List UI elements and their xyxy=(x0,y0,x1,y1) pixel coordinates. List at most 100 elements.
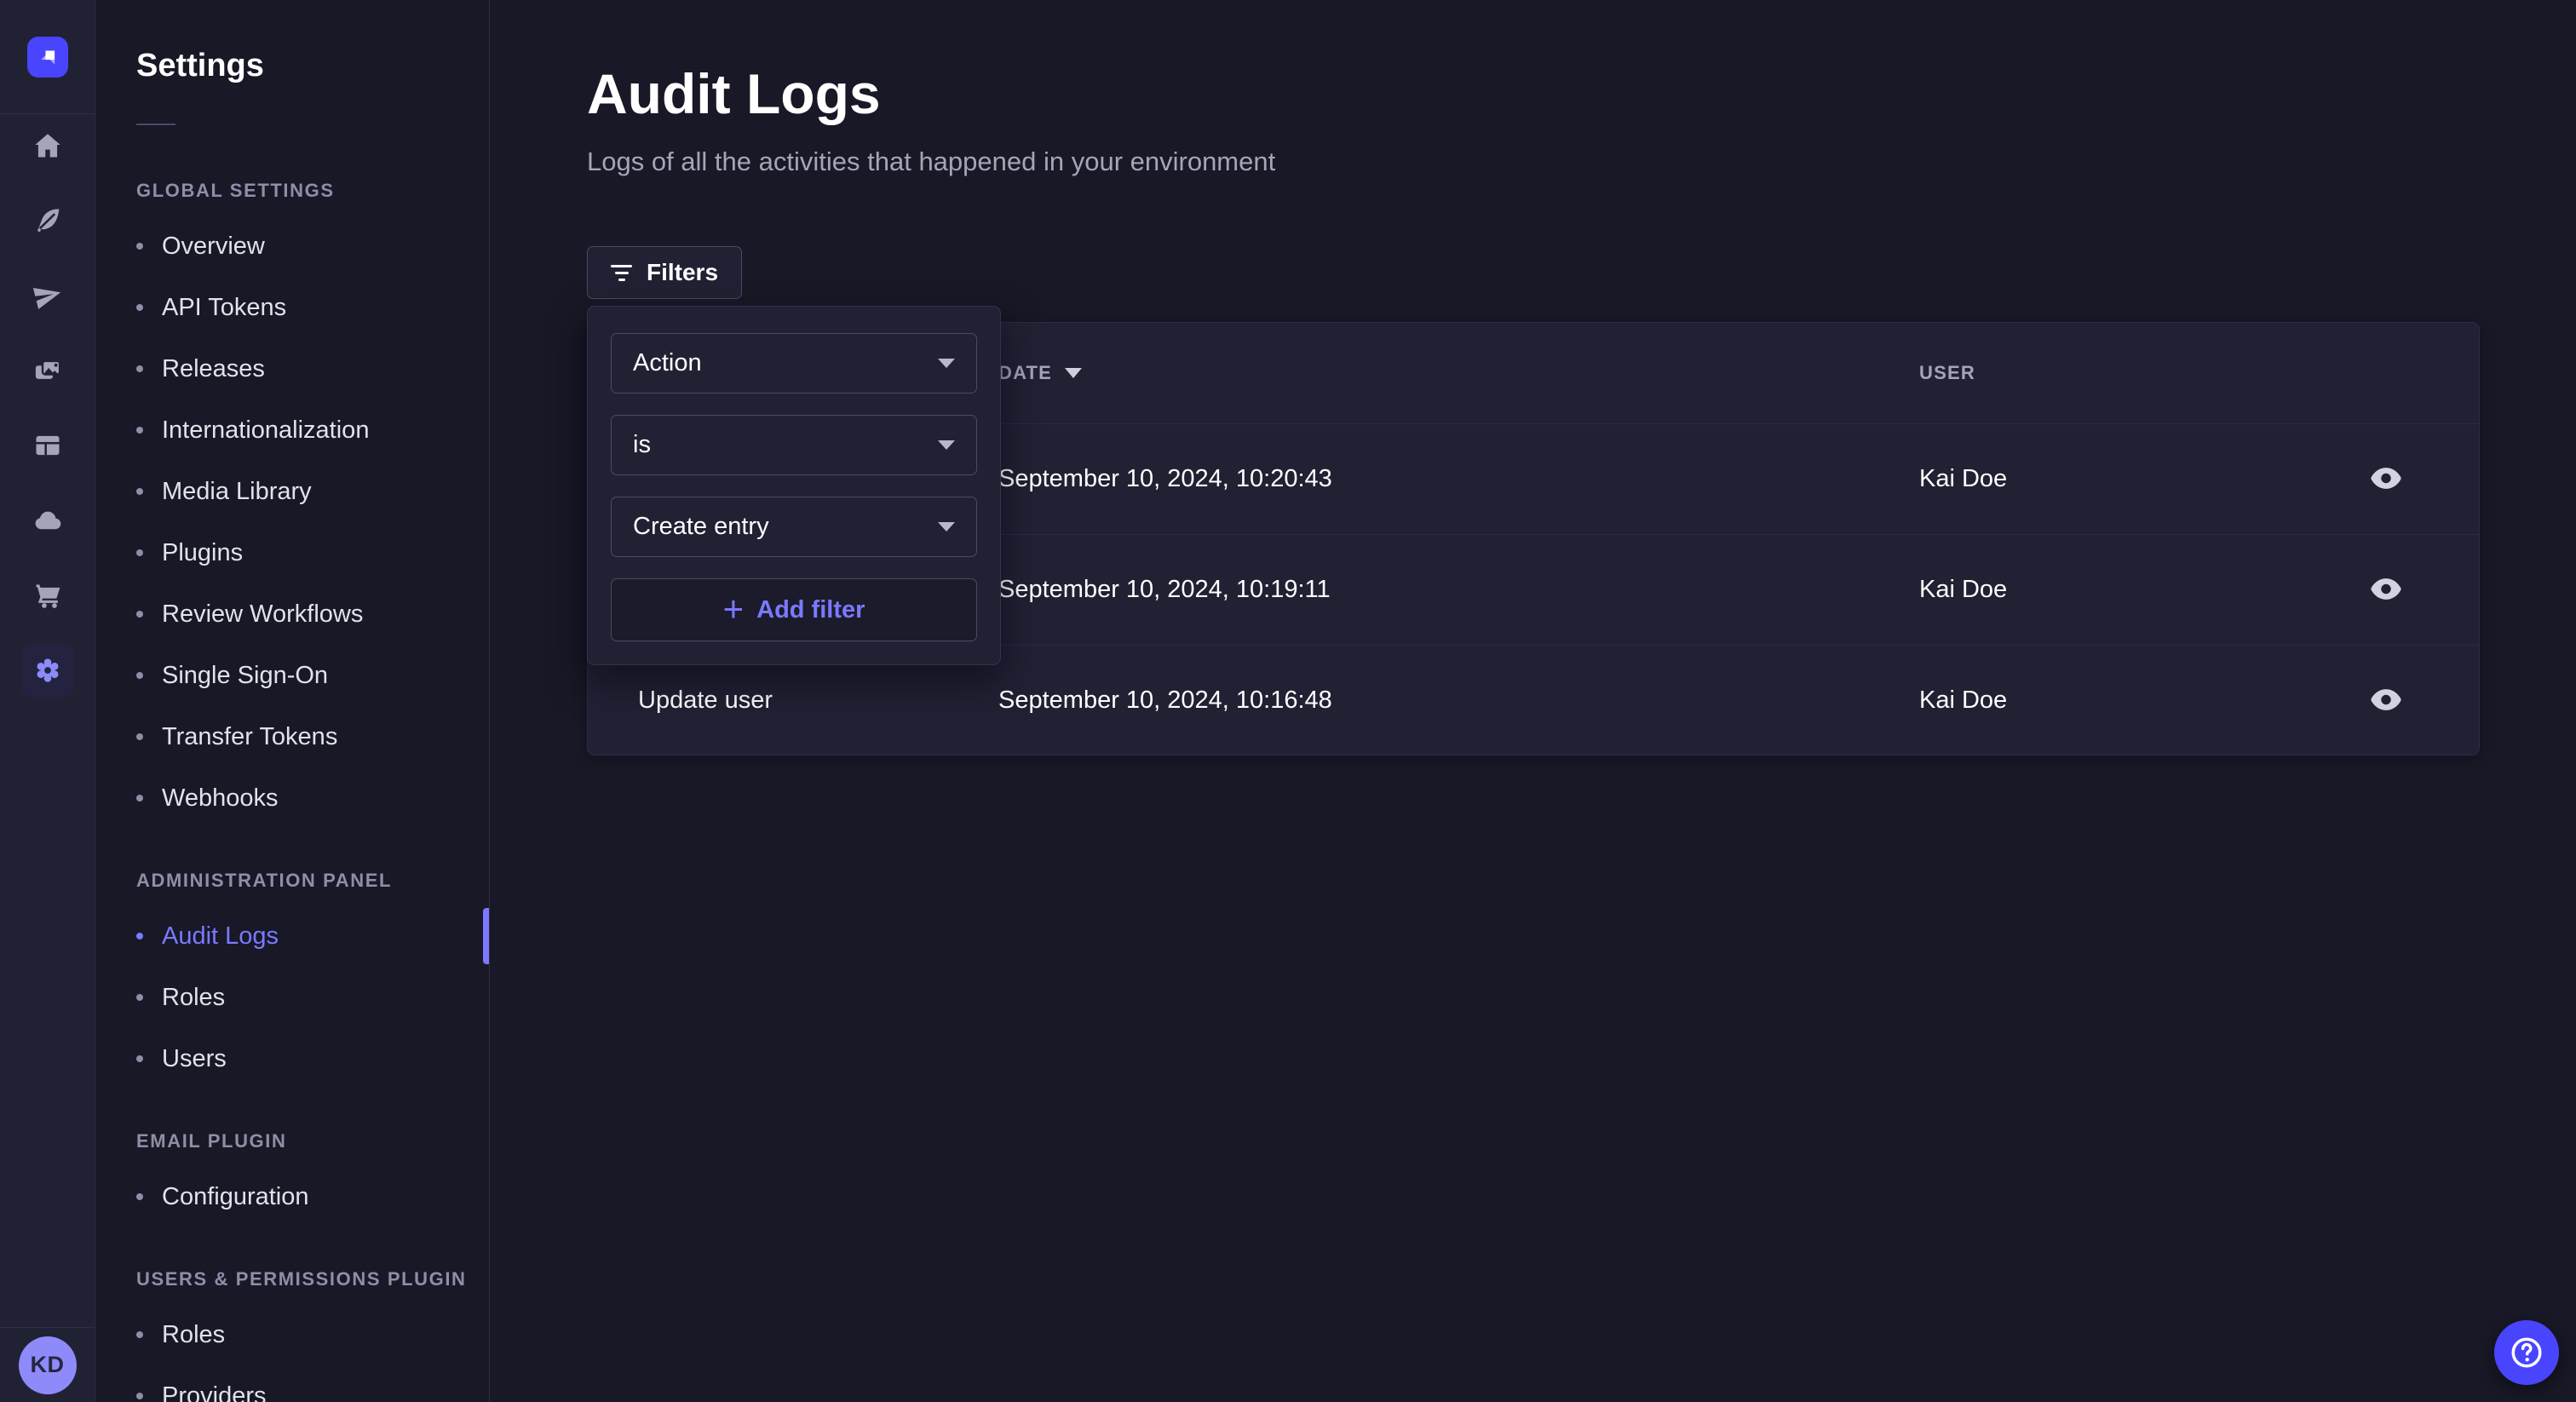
sidebar-item-users[interactable]: Users xyxy=(95,1028,489,1089)
chevron-down-icon xyxy=(938,522,955,531)
cell-user: Kai Doe xyxy=(1919,687,2343,715)
logo-section xyxy=(0,0,95,114)
sidebar-item-label: Review Workflows xyxy=(162,600,363,629)
column-header-date[interactable]: DATE xyxy=(998,362,1919,384)
sidebar-item-review-workflows[interactable]: Review Workflows xyxy=(95,583,489,645)
page-subtitle: Logs of all the activities that happened… xyxy=(587,147,1275,177)
sidebar-item-label: Providers xyxy=(162,1382,267,1402)
rail-layout-icon[interactable] xyxy=(21,419,74,472)
sidebar-section-label: EMAIL PLUGIN xyxy=(136,1130,489,1152)
item-bullet xyxy=(136,1331,143,1338)
eye-icon xyxy=(2371,468,2401,491)
sidebar-item-api-tokens[interactable]: API Tokens xyxy=(95,277,489,338)
item-bullet xyxy=(136,994,143,1001)
sidebar-item-roles[interactable]: Roles xyxy=(95,1304,489,1365)
sidebar-section-label: ADMINISTRATION PANEL xyxy=(136,870,489,892)
item-bullet xyxy=(136,365,143,372)
item-bullet xyxy=(136,427,143,434)
sidebar-item-overview[interactable]: Overview xyxy=(95,215,489,277)
filter-popover: Action is Create entry + Add filter xyxy=(587,306,1001,665)
item-bullet xyxy=(136,733,143,740)
eye-icon xyxy=(2371,689,2401,713)
page-title: Audit Logs xyxy=(587,61,881,126)
sidebar-item-label: Audit Logs xyxy=(162,922,279,951)
help-button[interactable] xyxy=(2494,1320,2559,1385)
sidebar-item-configuration[interactable]: Configuration xyxy=(95,1166,489,1227)
sidebar-item-media-library[interactable]: Media Library xyxy=(95,461,489,522)
filter-field-value: Action xyxy=(633,349,702,377)
sidebar-item-plugins[interactable]: Plugins xyxy=(95,522,489,583)
user-avatar[interactable]: KD xyxy=(19,1336,77,1394)
question-mark-icon xyxy=(2509,1335,2544,1370)
sidebar-item-label: Transfer Tokens xyxy=(162,723,337,751)
item-bullet xyxy=(136,304,143,311)
item-bullet xyxy=(136,1393,143,1399)
title-divider xyxy=(136,124,175,125)
filter-lines-icon xyxy=(611,265,632,281)
rail-feather-icon[interactable] xyxy=(21,194,74,247)
cell-user: Kai Doe xyxy=(1919,576,2343,604)
settings-sidebar: Settings GLOBAL SETTINGS Overview API Toke… xyxy=(95,0,490,1402)
sidebar-item-audit-logs[interactable]: Audit Logs xyxy=(95,905,489,967)
view-details-button[interactable] xyxy=(2362,566,2410,614)
sidebar-item-webhooks[interactable]: Webhooks xyxy=(95,767,489,829)
sidebar-item-label: Media Library xyxy=(162,478,312,506)
sidebar-section-label: USERS & PERMISSIONS PLUGIN xyxy=(136,1268,489,1290)
sidebar-item-list: Roles Providers xyxy=(95,1304,489,1402)
rail-cloud-icon[interactable] xyxy=(21,494,74,547)
item-bullet xyxy=(136,488,143,495)
main-content: Audit Logs Logs of all the activities th… xyxy=(490,0,2576,1402)
cell-date: September 10, 2024, 10:19:11 xyxy=(998,576,1919,604)
sidebar-item-providers[interactable]: Providers xyxy=(95,1365,489,1402)
sidebar-item-label: Internationalization xyxy=(162,417,369,445)
add-filter-label: Add filter xyxy=(756,596,865,624)
item-bullet xyxy=(136,1055,143,1062)
sidebar-item-label: Overview xyxy=(162,233,265,261)
view-details-button[interactable] xyxy=(2362,677,2410,725)
sidebar-sections: GLOBAL SETTINGS Overview API Tokens Release… xyxy=(95,180,489,1402)
eye-icon xyxy=(2371,578,2401,602)
sidebar-item-single-sign-on[interactable]: Single Sign-On xyxy=(95,645,489,706)
sidebar-item-label: Users xyxy=(162,1045,227,1073)
item-bullet xyxy=(136,243,143,250)
settings-title: Settings xyxy=(136,48,489,84)
filters-button[interactable]: Filters xyxy=(587,246,742,299)
column-header-user[interactable]: USER xyxy=(1919,362,2343,384)
item-bullet xyxy=(136,1193,143,1200)
cell-action: Update user xyxy=(638,687,998,715)
sidebar-item-label: Webhooks xyxy=(162,784,279,813)
cell-date: September 10, 2024, 10:16:48 xyxy=(998,687,1919,715)
sidebar-item-label: Releases xyxy=(162,355,265,383)
rail-paper-plane-icon[interactable] xyxy=(21,269,74,322)
rail-media-icon[interactable] xyxy=(21,344,74,397)
rail-bottom-section: KD xyxy=(0,1327,95,1402)
chevron-down-icon xyxy=(938,359,955,368)
strapi-glyph-icon xyxy=(35,44,60,70)
filter-operator-select[interactable]: is xyxy=(611,415,977,475)
rail-cart-icon[interactable] xyxy=(21,569,74,622)
sort-desc-icon[interactable] xyxy=(1065,368,1082,378)
item-bullet xyxy=(136,672,143,679)
chevron-down-icon xyxy=(938,440,955,450)
sidebar-item-releases[interactable]: Releases xyxy=(95,338,489,399)
strapi-logo-icon[interactable] xyxy=(27,37,68,78)
sidebar-item-label: API Tokens xyxy=(162,294,286,322)
rail-home-icon[interactable] xyxy=(21,119,74,172)
add-filter-button[interactable]: + Add filter xyxy=(611,578,977,641)
sidebar-item-roles[interactable]: Roles xyxy=(95,967,489,1028)
date-header-label: DATE xyxy=(998,362,1052,384)
sidebar-item-list: Overview API Tokens Releases Internationali… xyxy=(95,215,489,829)
item-bullet xyxy=(136,549,143,556)
sidebar-item-internationalization[interactable]: Internationalization xyxy=(95,399,489,461)
view-details-button[interactable] xyxy=(2362,456,2410,503)
filter-value-select[interactable]: Create entry xyxy=(611,497,977,557)
rail-settings-gear-icon[interactable] xyxy=(21,644,74,697)
cell-date: September 10, 2024, 10:20:43 xyxy=(998,465,1919,493)
sidebar-section-label: GLOBAL SETTINGS xyxy=(136,180,489,202)
filter-field-select[interactable]: Action xyxy=(611,333,977,394)
sidebar-item-transfer-tokens[interactable]: Transfer Tokens xyxy=(95,706,489,767)
sidebar-item-list: Audit Logs Roles Users xyxy=(95,905,489,1089)
item-bullet xyxy=(136,933,143,939)
sidebar-item-label: Roles xyxy=(162,984,225,1012)
sidebar-item-list: Configuration xyxy=(95,1166,489,1227)
